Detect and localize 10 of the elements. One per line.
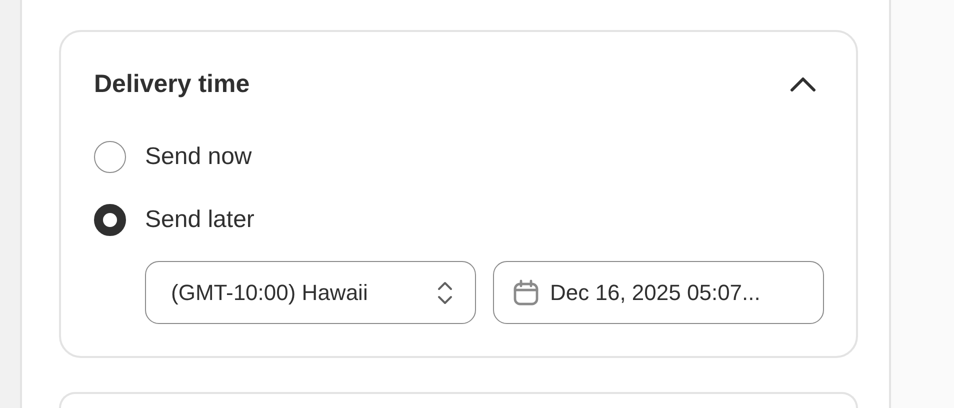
section-title: Delivery time xyxy=(94,69,250,100)
calendar-icon xyxy=(512,278,540,306)
collapse-chevron-icon[interactable] xyxy=(790,76,816,92)
radio-label[interactable]: Send later xyxy=(145,204,254,236)
updown-caret-icon xyxy=(437,280,453,306)
date-time-field[interactable]: Dec 16, 2025 05:07... xyxy=(493,261,824,324)
radio-button[interactable] xyxy=(94,141,126,173)
radio-label[interactable]: Send now xyxy=(145,141,252,173)
timezone-select[interactable]: (GMT-10:00) Hawaii xyxy=(145,261,476,324)
radio-button[interactable] xyxy=(94,204,126,236)
